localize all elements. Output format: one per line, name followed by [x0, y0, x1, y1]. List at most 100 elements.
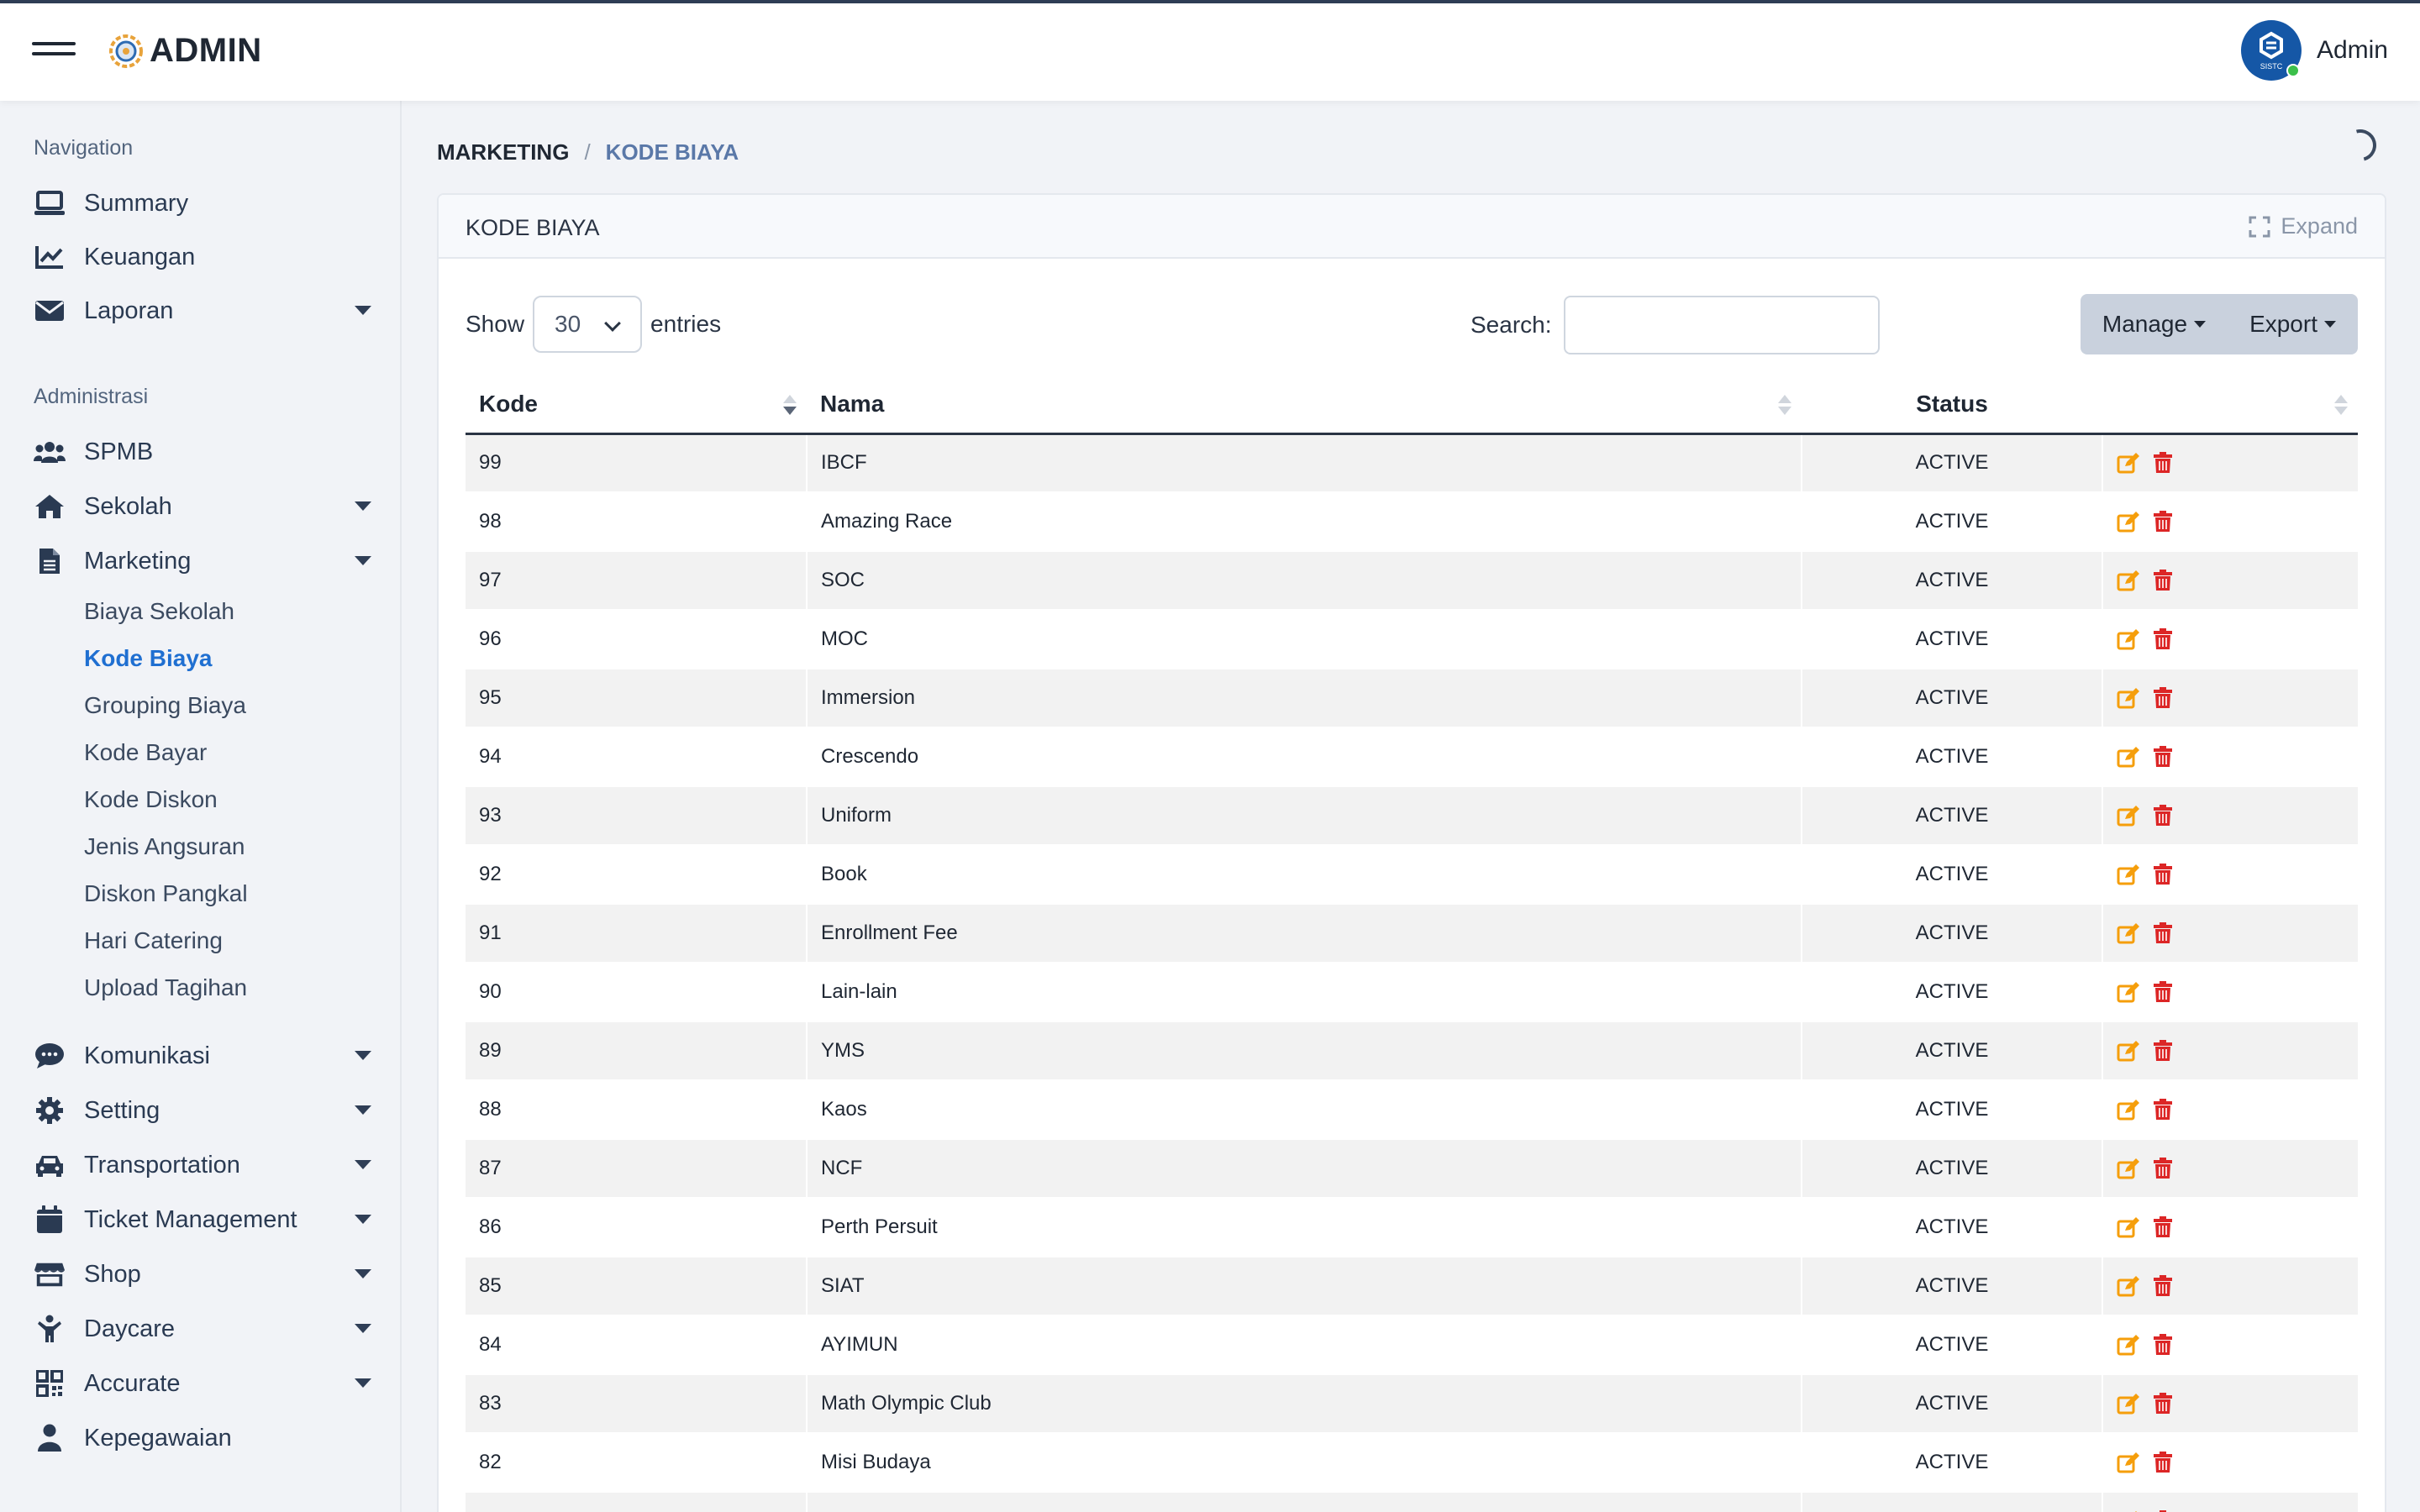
trash-icon[interactable]	[2154, 628, 2172, 650]
edit-icon[interactable]	[2117, 864, 2140, 885]
chevron-down-icon	[604, 315, 621, 332]
sidebar-subitem-upload-tagihan[interactable]: Upload Tagihan	[84, 974, 247, 1001]
edit-icon[interactable]	[2117, 1158, 2140, 1179]
cell-kode: 81	[466, 1492, 807, 1512]
edit-icon[interactable]	[2117, 1275, 2140, 1297]
edit-icon[interactable]	[2117, 922, 2140, 944]
sidebar-item-marketing[interactable]: Marketing	[34, 539, 371, 583]
search-input[interactable]	[1563, 296, 1880, 354]
edit-icon[interactable]	[2117, 687, 2140, 709]
car-icon	[34, 1151, 66, 1179]
edit-icon[interactable]	[2117, 452, 2140, 474]
sidebar-item-label: Ticket Management	[84, 1205, 297, 1233]
sidebar-item-shop[interactable]: Shop	[34, 1252, 371, 1296]
edit-icon[interactable]	[2117, 1334, 2140, 1356]
manage-dropdown-button[interactable]: Manage	[2081, 294, 2228, 354]
trash-icon[interactable]	[2154, 1275, 2172, 1297]
edit-icon[interactable]	[2117, 570, 2140, 591]
table-controls: Show 30 entries Search: Manage Export	[466, 287, 2358, 354]
sidebar-subitem-diskon-pangkal[interactable]: Diskon Pangkal	[84, 880, 248, 907]
sidebar-subitem-hari-catering[interactable]: Hari Catering	[84, 927, 223, 954]
chevron-down-icon	[355, 1160, 371, 1169]
row-actions	[2117, 1216, 2358, 1238]
trash-icon[interactable]	[2154, 981, 2172, 1003]
sidebar-item-kepegawaian[interactable]: Kepegawaian	[34, 1416, 371, 1460]
sidebar-item-laporan[interactable]: Laporan	[34, 289, 371, 333]
sidebar-subitem-kode-bayar[interactable]: Kode Bayar	[84, 739, 207, 766]
edit-icon[interactable]	[2117, 981, 2140, 1003]
cell-nama: IBCF	[806, 433, 1802, 493]
row-actions	[2117, 570, 2358, 591]
cell-status: ACTIVE	[1801, 433, 2102, 493]
sidebar-item-komunikasi[interactable]: Komunikasi	[34, 1034, 371, 1078]
sidebar-subitem-jenis-angsuran[interactable]: Jenis Angsuran	[84, 833, 245, 860]
menu-toggle-button[interactable]	[32, 42, 76, 66]
cell-nama: SOC	[806, 551, 1802, 611]
sidebar-subitem-grouping-biaya[interactable]: Grouping Biaya	[84, 692, 246, 719]
sidebar-item-sekolah[interactable]: Sekolah	[34, 485, 371, 528]
sidebar-item-accurate[interactable]: Accurate	[34, 1362, 371, 1405]
edit-icon[interactable]	[2117, 1099, 2140, 1121]
chevron-down-icon	[355, 1324, 371, 1333]
sidebar-subitem-kode-diskon[interactable]: Kode Diskon	[84, 786, 218, 813]
trash-icon[interactable]	[2154, 746, 2172, 768]
table-row: 91 Enrollment Fee ACTIVE	[466, 904, 2358, 963]
cell-nama: Immersion	[806, 669, 1802, 728]
table-row: 97 SOC ACTIVE	[466, 551, 2358, 611]
export-dropdown-button[interactable]: Export	[2228, 294, 2358, 354]
chart-line-icon	[34, 243, 66, 271]
edit-icon[interactable]	[2117, 1452, 2140, 1473]
brand[interactable]: ADMIN	[108, 32, 262, 70]
column-header-status[interactable]: Status	[1802, 376, 2102, 435]
trash-icon[interactable]	[2154, 1452, 2172, 1473]
edit-icon[interactable]	[2117, 1216, 2140, 1238]
trash-icon[interactable]	[2154, 1393, 2172, 1415]
sidebar-item-ticket-management[interactable]: Ticket Management	[34, 1198, 371, 1242]
sidebar-subitem-biaya-sekolah[interactable]: Biaya Sekolah	[84, 598, 234, 625]
column-header-kode[interactable]: Kode	[466, 376, 807, 435]
sidebar-item-daycare[interactable]: Daycare	[34, 1307, 371, 1351]
user-menu[interactable]: SISTC Admin	[2240, 20, 2388, 81]
avatar[interactable]: SISTC	[2240, 20, 2302, 81]
trash-icon[interactable]	[2154, 1158, 2172, 1179]
breadcrumb-current: KODE BIAYA	[605, 139, 739, 165]
row-actions	[2117, 1158, 2358, 1179]
table-row: 83 Math Olympic Club ACTIVE	[466, 1374, 2358, 1434]
expand-button[interactable]: Expand	[2249, 213, 2358, 239]
sidebar-item-spmb[interactable]: SPMB	[34, 430, 371, 474]
cell-nama: YMS	[806, 1021, 1802, 1081]
cell-kode: 97	[466, 551, 807, 611]
trash-icon[interactable]	[2154, 1334, 2172, 1356]
cell-kode: 84	[466, 1315, 807, 1375]
sidebar-subitem-kode-biaya[interactable]: Kode Biaya	[84, 645, 213, 672]
cell-actions	[2102, 1315, 2358, 1375]
edit-icon[interactable]	[2117, 628, 2140, 650]
edit-icon[interactable]	[2117, 1393, 2140, 1415]
trash-icon[interactable]	[2154, 687, 2172, 709]
sidebar-item-keuangan[interactable]: Keuangan	[34, 235, 371, 279]
edit-icon[interactable]	[2117, 511, 2140, 533]
trash-icon[interactable]	[2154, 452, 2172, 474]
trash-icon[interactable]	[2154, 1040, 2172, 1062]
trash-icon[interactable]	[2154, 1099, 2172, 1121]
trash-icon[interactable]	[2154, 864, 2172, 885]
trash-icon[interactable]	[2154, 1216, 2172, 1238]
calendar-icon	[34, 1205, 66, 1234]
trash-icon[interactable]	[2154, 570, 2172, 591]
column-header-actions[interactable]	[2102, 376, 2358, 435]
chevron-down-icon	[355, 1378, 371, 1388]
sidebar-item-setting[interactable]: Setting	[34, 1089, 371, 1132]
sidebar-item-summary[interactable]: Summary	[34, 181, 371, 225]
edit-icon[interactable]	[2117, 746, 2140, 768]
trash-icon[interactable]	[2154, 511, 2172, 533]
edit-icon[interactable]	[2117, 1040, 2140, 1062]
entries-length: Show 30 entries	[466, 296, 721, 353]
caret-down-icon	[2324, 321, 2336, 328]
column-header-nama[interactable]: Nama	[807, 376, 1802, 435]
breadcrumb-parent[interactable]: MARKETING	[437, 139, 569, 165]
edit-icon[interactable]	[2117, 805, 2140, 827]
trash-icon[interactable]	[2154, 922, 2172, 944]
trash-icon[interactable]	[2154, 805, 2172, 827]
sidebar-item-transportation[interactable]: Transportation	[34, 1143, 371, 1187]
entries-select[interactable]: 30	[533, 296, 643, 353]
